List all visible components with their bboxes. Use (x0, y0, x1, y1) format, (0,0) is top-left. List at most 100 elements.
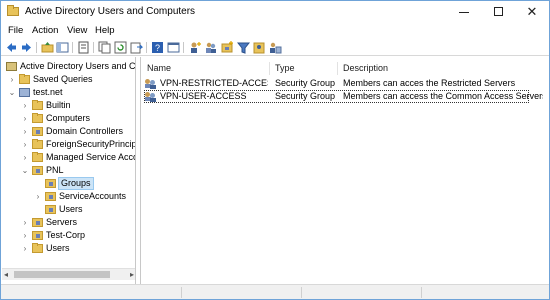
folder-icon (19, 74, 30, 84)
tree-item-foreign-security[interactable]: › ForeignSecurityPrincipals (2, 138, 135, 151)
console-icon[interactable] (167, 41, 180, 54)
tree-item-label: ServiceAccounts (59, 191, 127, 201)
close-button[interactable]: ✕ (515, 1, 549, 23)
collapse-chevron-icon[interactable]: ⌄ (21, 164, 29, 177)
status-panel (181, 287, 301, 298)
domain-icon (19, 88, 30, 97)
expand-chevron-icon[interactable]: › (34, 190, 42, 203)
folder-icon (32, 243, 43, 253)
help-icon[interactable]: ? (151, 41, 164, 54)
tree-item-label: Computers (46, 113, 91, 123)
tree-item-builtin[interactable]: › Builtin (2, 99, 135, 112)
minimize-button[interactable] (447, 1, 481, 23)
maximize-button[interactable] (481, 1, 515, 23)
svg-text:?: ? (155, 43, 160, 53)
tree-item-label: Domain Controllers (46, 126, 124, 136)
expand-chevron-icon[interactable]: › (21, 242, 29, 255)
scrollbar-thumb[interactable] (14, 271, 110, 278)
delegate-icon[interactable] (269, 41, 282, 54)
tree-item-label: Managed Service Accour (46, 152, 135, 162)
expand-chevron-icon[interactable]: › (21, 125, 29, 138)
tree-horizontal-scrollbar[interactable]: ◂ ▸ (2, 268, 135, 280)
ou-icon (32, 127, 43, 136)
new-ou-icon[interactable] (221, 41, 234, 54)
expand-chevron-icon[interactable]: › (8, 73, 16, 86)
details-pane[interactable]: Name Type Description VPN-RESTRICTED-ACC… (140, 57, 549, 284)
new-user-icon[interactable] (189, 41, 202, 54)
ad-folder-icon (7, 5, 19, 16)
up-folder-icon[interactable] (41, 41, 54, 54)
scroll-left-icon[interactable]: ◂ (4, 270, 8, 279)
status-bar (1, 284, 549, 299)
tree-item-saved-queries[interactable]: › Saved Queries (2, 73, 135, 86)
properties-icon[interactable] (77, 41, 90, 54)
tree-item-service-accounts[interactable]: › ServiceAccounts (2, 190, 135, 203)
status-panel (301, 287, 421, 298)
title-bar[interactable]: Active Directory Users and Computers ✕ (1, 1, 549, 23)
tree-item-pnl[interactable]: ⌄ PNL (2, 164, 135, 177)
show-tree-icon[interactable] (56, 41, 69, 54)
list-item[interactable]: VPN-USER-ACCESS Security Group... Member… (141, 90, 550, 103)
tree-item-label: PNL (46, 165, 64, 175)
collapse-chevron-icon[interactable]: ⌄ (8, 86, 16, 99)
add-to-group-icon[interactable] (253, 41, 266, 54)
tree-pane[interactable]: Active Directory Users and Com › Saved Q… (2, 57, 136, 284)
expand-chevron-icon[interactable]: › (21, 138, 29, 151)
tree-item-test-corp[interactable]: › Test-Corp (2, 229, 135, 242)
tree-item-label: test.net (33, 87, 63, 97)
expand-chevron-icon[interactable]: › (21, 151, 29, 164)
scroll-right-icon[interactable]: ▸ (130, 270, 134, 279)
minimize-icon (459, 11, 469, 13)
menu-view[interactable]: View (65, 25, 89, 36)
tree-item-label: Test-Corp (46, 230, 86, 240)
menu-help[interactable]: Help (93, 25, 117, 36)
expand-chevron-icon[interactable]: › (21, 216, 29, 229)
column-header-type[interactable]: Type (275, 63, 295, 73)
toolbar-separator (146, 42, 147, 53)
expand-chevron-icon[interactable]: › (21, 99, 29, 112)
toolbar-separator (93, 42, 94, 53)
tree-item-domain-controllers[interactable]: › Domain Controllers (2, 125, 135, 138)
list-item[interactable]: VPN-RESTRICTED-ACCESS Security Group... … (141, 77, 550, 90)
toolbar-separator (36, 42, 37, 53)
status-panel (421, 287, 541, 298)
group-description: Members can access the Common Access Ser… (343, 91, 543, 101)
tree-item-domain[interactable]: ⌄ test.net (2, 86, 135, 99)
tree-item-servers[interactable]: › Servers (2, 216, 135, 229)
tree-item-pnl-users[interactable]: Users (2, 203, 135, 216)
back-arrow-icon[interactable] (5, 41, 18, 54)
expand-chevron-icon[interactable]: › (21, 229, 29, 242)
column-divider[interactable] (337, 62, 338, 75)
forward-arrow-icon[interactable] (20, 41, 33, 54)
menu-bar: File Action View Help (1, 23, 549, 40)
menu-action[interactable]: Action (30, 25, 60, 36)
ad-console-icon (6, 62, 17, 71)
refresh-icon[interactable] (114, 41, 127, 54)
app-window: Active Directory Users and Computers ✕ F… (0, 0, 550, 300)
tree-item-managed-service[interactable]: › Managed Service Accour (2, 151, 135, 164)
tree-item-root[interactable]: Active Directory Users and Com (2, 60, 135, 73)
tree-item-label: ForeignSecurityPrincipals (46, 139, 135, 149)
column-header-description[interactable]: Description (343, 63, 388, 73)
ou-icon (45, 192, 56, 201)
tree-item-label: Groups (58, 177, 94, 190)
column-divider[interactable] (269, 62, 270, 75)
export-icon[interactable] (130, 41, 143, 54)
tree-item-users[interactable]: › Users (2, 242, 135, 255)
tree-item-groups[interactable]: Groups (2, 177, 135, 190)
window-title: Active Directory Users and Computers (25, 6, 196, 17)
expand-chevron-icon[interactable]: › (21, 112, 29, 125)
tree-item-computers[interactable]: › Computers (2, 112, 135, 125)
filter-icon[interactable] (237, 41, 250, 54)
new-group-icon[interactable] (205, 41, 218, 54)
group-type: Security Group... (275, 91, 335, 101)
folder-icon (32, 139, 43, 149)
close-icon: ✕ (526, 4, 538, 19)
ou-icon (45, 179, 56, 188)
menu-file[interactable]: File (6, 25, 25, 36)
group-description: Members can acces the Restricted Servers (343, 78, 516, 88)
security-group-icon (145, 92, 157, 102)
column-header-name[interactable]: Name (147, 63, 171, 73)
toolbar-separator (72, 42, 73, 53)
copy-icon[interactable] (98, 41, 111, 54)
